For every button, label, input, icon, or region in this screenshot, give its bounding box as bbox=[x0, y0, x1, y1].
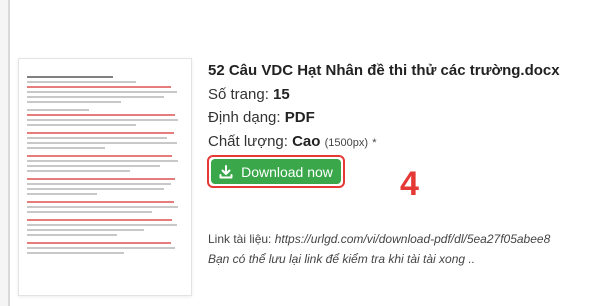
document-preview-thumbnail bbox=[18, 58, 192, 296]
document-preview-page bbox=[27, 73, 183, 285]
document-title: 52 Câu VDC Hạt Nhân đề thi thử các trườn… bbox=[208, 62, 560, 79]
quality-row: Chất lượng: Cao (1500px) * bbox=[208, 133, 376, 150]
step-number-annotation: 4 bbox=[400, 165, 419, 203]
format-row: Định dạng: PDF bbox=[208, 109, 315, 126]
page-count-value: 15 bbox=[273, 86, 290, 103]
quality-asterisk: * bbox=[372, 137, 377, 149]
document-link-row: Link tài liệu: https://urlgd.com/vi/down… bbox=[208, 232, 550, 246]
quality-label: Chất lượng: bbox=[208, 133, 288, 150]
quality-detail: (1500px) bbox=[324, 137, 369, 149]
download-now-button[interactable]: Download now bbox=[211, 159, 341, 184]
download-button-label: Download now bbox=[241, 163, 333, 180]
download-icon bbox=[219, 164, 233, 179]
document-link-url[interactable]: https://urlgd.com/vi/download-pdf/dl/5ea… bbox=[275, 232, 551, 246]
document-link-label: Link tài liệu: bbox=[208, 232, 272, 246]
format-value: PDF bbox=[284, 109, 315, 126]
save-link-note: Bạn có thể lưu lại link để kiểm tra khi … bbox=[208, 252, 476, 266]
format-label: Định dạng: bbox=[208, 109, 281, 126]
quality-value: Cao bbox=[292, 133, 321, 150]
page-count-row: Số trang: 15 bbox=[208, 86, 290, 103]
page-count-label: Số trang: bbox=[208, 86, 269, 103]
